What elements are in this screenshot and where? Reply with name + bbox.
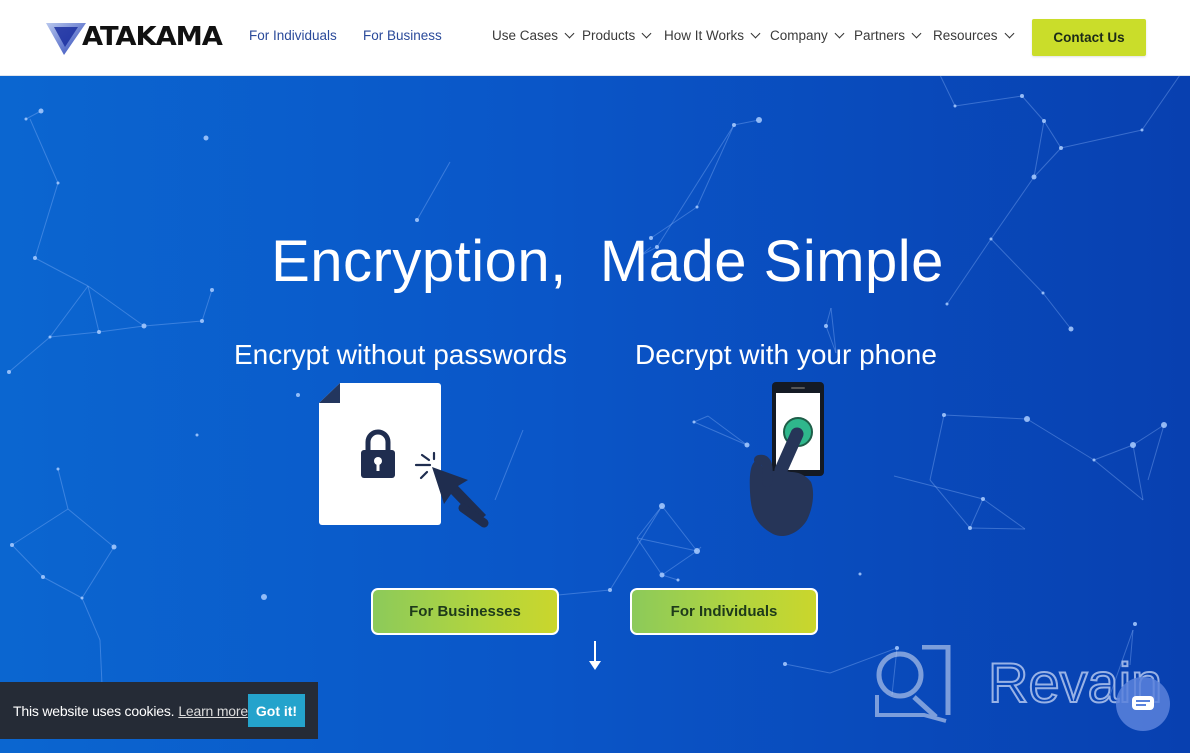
contact-us-button[interactable]: Contact Us <box>1032 19 1146 56</box>
revain-logo-icon <box>875 645 951 723</box>
chat-widget-button[interactable] <box>1116 677 1170 731</box>
nav-partners[interactable]: Partners <box>854 28 922 43</box>
nav-use-cases[interactable]: Use Cases <box>492 28 575 43</box>
encrypt-feature-label: Encrypt without passwords <box>234 339 568 370</box>
nav-label: How It Works <box>664 28 745 43</box>
decrypt-feature-label: Decrypt with your phone <box>635 339 937 370</box>
for-businesses-button[interactable]: For Businesses <box>371 588 559 635</box>
arrow-down-icon[interactable] <box>587 641 603 671</box>
nav-products[interactable]: Products <box>582 28 652 43</box>
hero-title: Encryption, Made Simple <box>271 229 944 294</box>
chevron-down-icon <box>911 28 922 39</box>
chevron-down-icon <box>564 28 575 39</box>
chevron-down-icon <box>750 28 761 39</box>
cookie-banner: This website uses cookies. Learn more Go… <box>0 682 318 739</box>
chevron-down-icon <box>1004 28 1014 39</box>
site-header: ATAKAMA For Individuals For Business Use… <box>0 0 1190 76</box>
nav-label: Products <box>582 28 636 43</box>
got-it-button[interactable]: Got it! <box>248 694 305 727</box>
nav-label: Use Cases <box>492 28 559 43</box>
nav-company[interactable]: Company <box>770 28 845 43</box>
learn-more-link[interactable]: Learn more <box>178 703 248 719</box>
nav-resources[interactable]: Resources <box>933 28 1014 43</box>
chat-icon <box>1132 696 1154 710</box>
for-individuals-button[interactable]: For Individuals <box>630 588 818 635</box>
phone-tap-icon <box>749 382 824 537</box>
logo-wordmark: ATAKAMA <box>82 22 223 52</box>
chevron-down-icon <box>641 28 652 39</box>
nav-label: Resources <box>933 28 998 43</box>
nav-label: Company <box>770 28 828 43</box>
nav-for-business[interactable]: For Business <box>363 28 442 43</box>
nav-how-it-works[interactable]: How It Works <box>664 28 761 43</box>
locked-document-click-icon <box>319 383 489 528</box>
atakama-logo[interactable]: ATAKAMA <box>44 16 223 58</box>
cookie-message: This website uses cookies. <box>13 702 175 719</box>
chevron-down-icon <box>834 28 845 39</box>
nav-for-individuals[interactable]: For Individuals <box>249 28 337 43</box>
nav-label: Partners <box>854 28 906 43</box>
